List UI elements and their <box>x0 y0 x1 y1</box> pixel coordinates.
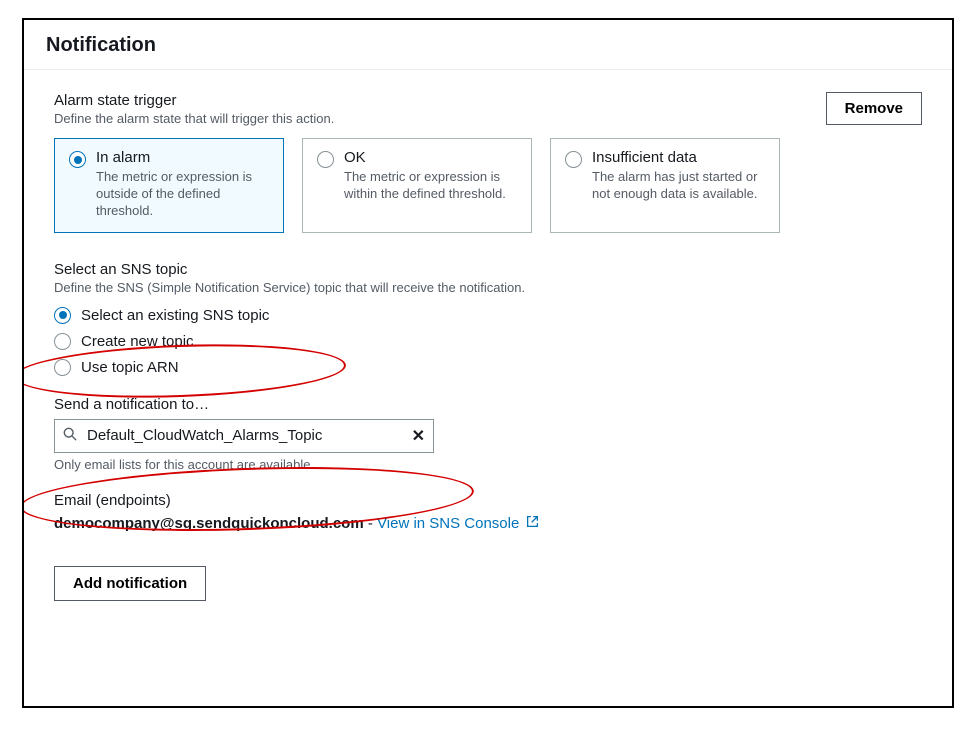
trigger-option-desc: The metric or expression is within the d… <box>344 169 517 203</box>
trigger-option-in-alarm[interactable]: In alarm The metric or expression is out… <box>54 138 284 233</box>
sns-option-existing[interactable]: Select an existing SNS topic <box>54 307 922 324</box>
panel-header: Notification <box>24 20 952 70</box>
sns-section-title: Select an SNS topic <box>54 261 922 278</box>
clear-icon[interactable]: ✕ <box>412 426 425 446</box>
endpoint-email: democompany@sg.sendquickoncloud.com <box>54 515 364 532</box>
sns-option-create[interactable]: Create new topic <box>54 333 922 350</box>
view-in-sns-link[interactable]: View in SNS Console <box>377 515 519 532</box>
trigger-option-label: In alarm <box>96 149 269 167</box>
radio-icon <box>54 333 71 350</box>
sns-option-label: Select an existing SNS topic <box>81 307 269 324</box>
external-link-icon <box>522 515 539 531</box>
radio-icon <box>317 151 334 168</box>
trigger-option-desc: The metric or expression is outside of t… <box>96 169 269 220</box>
add-notification-button[interactable]: Add notification <box>54 566 206 601</box>
trigger-section-desc: Define the alarm state that will trigger… <box>54 111 922 126</box>
endpoints-section-title: Email (endpoints) <box>54 492 922 509</box>
trigger-section-title: Alarm state trigger <box>54 92 922 109</box>
sns-option-label: Create new topic <box>81 333 194 350</box>
sns-radio-group: Select an existing SNS topic Create new … <box>54 307 922 376</box>
sns-section-desc: Define the SNS (Simple Notification Serv… <box>54 280 922 295</box>
topic-search-input[interactable]: ✕ <box>54 419 434 453</box>
panel-title: Notification <box>46 34 930 57</box>
sns-option-label: Use topic ARN <box>81 359 179 376</box>
trigger-option-label: Insufficient data <box>592 149 765 167</box>
trigger-option-label: OK <box>344 149 517 167</box>
endpoint-dash: - <box>364 515 377 532</box>
search-icon <box>63 427 79 445</box>
topic-search-field[interactable] <box>85 426 412 445</box>
send-section-title: Send a notification to… <box>54 396 922 413</box>
trigger-option-ok[interactable]: OK The metric or expression is within th… <box>302 138 532 233</box>
remove-button[interactable]: Remove <box>826 92 922 125</box>
sns-option-arn[interactable]: Use topic ARN <box>54 359 922 376</box>
trigger-option-insufficient[interactable]: Insufficient data The alarm has just sta… <box>550 138 780 233</box>
radio-icon <box>54 359 71 376</box>
radio-icon <box>565 151 582 168</box>
trigger-options: In alarm The metric or expression is out… <box>54 138 922 233</box>
radio-icon <box>54 307 71 324</box>
radio-icon <box>69 151 86 168</box>
notification-panel: Notification Remove Alarm state trigger … <box>22 18 954 708</box>
send-hint: Only email lists for this account are av… <box>54 457 922 472</box>
endpoint-row: democompany@sg.sendquickoncloud.com - Vi… <box>54 515 922 532</box>
trigger-option-desc: The alarm has just started or not enough… <box>592 169 765 203</box>
